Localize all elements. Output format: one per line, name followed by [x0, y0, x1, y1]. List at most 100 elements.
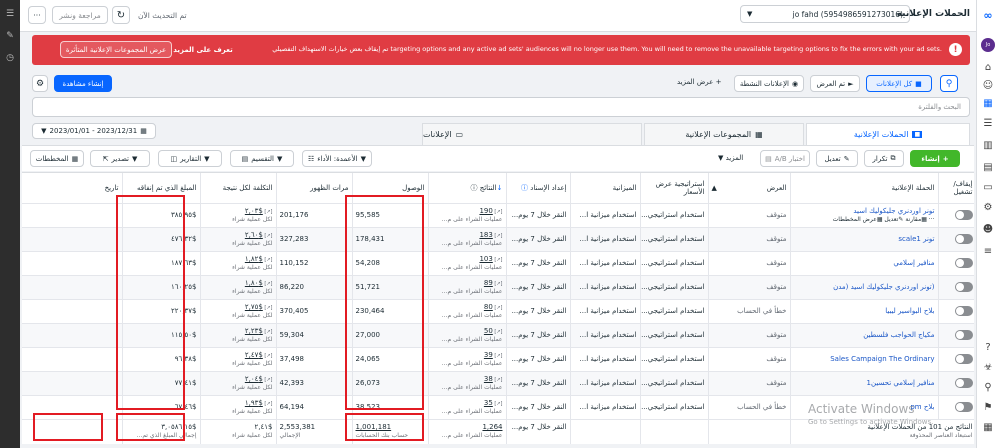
col-attribution[interactable]: إعداد الإسناد ⓘ	[506, 173, 571, 204]
review-publish-button[interactable]: مراجعة ونشر	[52, 6, 108, 24]
settings-icon[interactable]: ⚙	[981, 200, 995, 214]
table-row[interactable]: منافير إسلامي متوقف استخدام استراتيجي...…	[22, 251, 974, 276]
clock-icon[interactable]: ◷	[4, 52, 16, 64]
notifications-icon[interactable]: ⚑	[981, 400, 995, 414]
cpr-value[interactable]: $٢,٦٠	[245, 231, 263, 239]
row-charts-link[interactable]: عرض المخططات	[833, 216, 877, 223]
cpr-value[interactable]: $٢,٧٥	[245, 303, 263, 311]
tab-campaigns[interactable]: ■ الحملات الإعلانية	[806, 123, 970, 145]
list-icon[interactable]: ☰	[981, 116, 995, 130]
campaign-name[interactable]: (تونر اوردنري جليكوليك اسيد (مدن	[790, 275, 939, 300]
home-icon[interactable]: ⌂	[981, 60, 995, 74]
more-dropdown[interactable]: المزيد ▼	[718, 154, 743, 162]
row-toggle[interactable]	[938, 299, 974, 324]
table-row[interactable]: تونر اوردنري جليكوليك اسيد ··· ▦ مقارنة ✎ت…	[22, 203, 974, 228]
col-results[interactable]: ↓النتائج ⓘ	[428, 173, 507, 204]
cpr-value[interactable]: $١,٨٠	[245, 279, 263, 287]
campaign-name[interactable]: تونر اوردنري جليكوليك اسيد ··· ▦ مقارنة ✎ت…	[790, 203, 939, 228]
table-row[interactable]: منافير إسلامي تحسين1 متوقف استخدام استرا…	[22, 371, 974, 396]
row-toggle[interactable]	[938, 227, 974, 252]
results-value[interactable]: 183	[479, 231, 492, 239]
search-rail-icon[interactable]: ⚲	[981, 380, 995, 394]
table-icon[interactable]: ▦	[981, 96, 995, 110]
campaign-name[interactable]: بلاح البواسير ليبيا	[790, 299, 939, 324]
col-toggle[interactable]: إيقاف/تشغيل	[938, 173, 974, 204]
tab-adsets[interactable]: ▦ المجموعات الإعلانية	[644, 123, 804, 145]
table-row[interactable]: Sales Campaign The Ordinary متوقف استخدا…	[22, 347, 974, 372]
breakdown-button[interactable]: ▼ التقسيم ▤	[230, 150, 294, 167]
chart-icon[interactable]: ▥	[981, 138, 995, 152]
row-toggle[interactable]	[938, 323, 974, 348]
table-row[interactable]: (تونر اوردنري جليكوليك اسيد (مدن متوقف ا…	[22, 275, 974, 300]
create-button[interactable]: + إنشاء	[910, 150, 960, 167]
cpr-value[interactable]: $٢,٢٣	[245, 327, 263, 335]
campaign-name[interactable]: منافير إسلامي	[790, 251, 939, 276]
menu-icon[interactable]: ☰	[4, 8, 16, 20]
col-impressions[interactable]: مرات الظهور	[276, 173, 353, 204]
col-amount-spent[interactable]: المبلغ الذي تم إنفاقه	[122, 173, 201, 204]
view-affected-adsets-button[interactable]: عرض المجموعات الإعلانية المتأثرة	[60, 41, 172, 58]
col-bid-strategy[interactable]: استراتيجية عرض الأسعار	[640, 173, 709, 204]
row-toggle[interactable]	[938, 275, 974, 300]
ab-test-button[interactable]: اختبار A/B ▤	[760, 150, 810, 167]
columns-button[interactable]: ▼ الأعمدة: الأداء ☷	[302, 150, 372, 167]
table-row[interactable]: تونر scale1 متوقف استخدام استراتيجي... ا…	[22, 227, 974, 252]
col-ends[interactable]: تاريخ	[22, 173, 123, 204]
bug-icon[interactable]: ☣	[981, 360, 995, 374]
create-view-button[interactable]: إنشاء مشاهدة	[54, 75, 112, 92]
row-edit-link[interactable]: تعديل	[884, 216, 898, 223]
cpr-value[interactable]: $٢,٠٣	[245, 207, 263, 215]
row-toggle[interactable]	[938, 251, 974, 276]
cpr-value[interactable]: $٢,٤٧	[245, 351, 263, 359]
grid-icon[interactable]: ▦	[981, 420, 995, 434]
results-value[interactable]: 35	[484, 399, 493, 407]
date-range-picker[interactable]: ▦ 2023/01/01 - 2023/12/31 ▼	[32, 123, 156, 139]
reports-button[interactable]: ▼ التقارير ◫	[158, 150, 222, 167]
more-button[interactable]: ···	[28, 6, 46, 24]
results-value[interactable]: 39	[484, 351, 493, 359]
results-value[interactable]: 190	[479, 207, 492, 215]
search-icon[interactable]: ⚲	[940, 75, 958, 92]
table-row[interactable]: بلاح البواسير ليبيا خطأ في الحساب استخدا…	[22, 299, 974, 324]
row-toggle[interactable]	[938, 347, 974, 372]
shown-filter[interactable]: ► تم العرض	[810, 75, 860, 92]
cpr-value[interactable]: $١,٩٣	[245, 399, 263, 407]
row-toggle[interactable]	[938, 203, 974, 228]
cpr-value[interactable]: $١,٨٢	[245, 255, 263, 263]
edit-button[interactable]: ✎ تعديل	[816, 150, 858, 167]
cpr-value[interactable]: $٢,٠٤	[245, 375, 263, 383]
results-value[interactable]: 103	[479, 255, 492, 263]
meta-logo-icon[interactable]: ∞	[981, 8, 995, 22]
charts-button[interactable]: ▦ المخططات	[30, 150, 84, 167]
col-campaign[interactable]: الحملة الإعلانية	[790, 173, 939, 204]
col-cost-per-result[interactable]: التكلفة لكل نتيجة	[200, 173, 277, 204]
results-value[interactable]: 80	[484, 303, 493, 311]
card-icon[interactable]: ▭	[981, 180, 995, 194]
duplicate-button[interactable]: ⧉ تكرار	[864, 150, 904, 167]
help-icon[interactable]: ?	[981, 340, 995, 354]
results-value[interactable]: 89	[484, 279, 493, 287]
show-more-link[interactable]: + عرض المزيد	[677, 78, 721, 86]
tab-ads[interactable]: ▭ الإعلانات	[422, 123, 642, 145]
row-toggle[interactable]	[938, 371, 974, 396]
results-value[interactable]: 50	[484, 327, 493, 335]
col-reach[interactable]: الوصول	[352, 173, 429, 204]
row-compare-link[interactable]: مقارنة	[905, 216, 921, 223]
profile-icon[interactable]: ☺	[981, 78, 995, 92]
row-more-icon[interactable]: ···	[927, 216, 935, 223]
account-avatar[interactable]: Jo	[981, 38, 995, 52]
campaign-name[interactable]: Sales Campaign The Ordinary	[790, 347, 939, 372]
settings-sliders-icon[interactable]: ⚙	[32, 75, 48, 92]
results-value[interactable]: 38	[484, 375, 493, 383]
row-toggle[interactable]	[938, 395, 974, 420]
export-button[interactable]: ▼ تصدير ⇱	[90, 150, 150, 167]
pencil-icon[interactable]: ✎	[4, 30, 16, 42]
stack-icon[interactable]: ▤	[981, 160, 995, 174]
col-budget[interactable]: الميزانية	[570, 173, 641, 204]
table-row[interactable]: مكياج الحواجب فلسطين متوقف استخدام استرا…	[22, 323, 974, 348]
hamburger-icon[interactable]: ≡	[981, 244, 995, 258]
learn-more-link[interactable]: تعرف على المزيد	[173, 41, 232, 58]
all-ads-filter[interactable]: ■ كل الإعلانات	[866, 75, 932, 92]
search-input[interactable]: البحث والفلترة	[32, 97, 970, 117]
campaign-name[interactable]: منافير إسلامي تحسين1	[790, 371, 939, 396]
